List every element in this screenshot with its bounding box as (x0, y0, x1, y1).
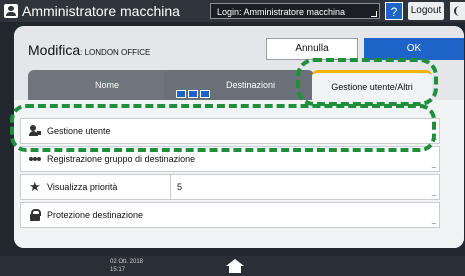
tab-nome-label: Nome (94, 80, 119, 90)
dialog-header: Modifica: LONDON OFFICE Annulla OK (14, 26, 464, 72)
folder-icon (200, 90, 210, 98)
row-label: Protezione destinazione (47, 210, 144, 220)
energy-saver-icon[interactable] (450, 2, 465, 20)
help-button[interactable]: ? (385, 2, 403, 20)
fax-icon (176, 90, 186, 98)
date-text: 02 Ott. 2018 (110, 259, 144, 265)
settings-list: Gestione utente .... Registrazione grupp… (14, 100, 464, 248)
bottom-bar: 02 Ott. 2018 15:17 (0, 256, 465, 276)
home-icon[interactable] (224, 259, 246, 274)
row-visualizza-priorita[interactable]: ★ Visualizza priorità 5 .... (20, 174, 440, 200)
tab-destinazioni-label: Destinazioni (226, 80, 276, 90)
row-label: Gestione utente (47, 126, 111, 136)
edit-dialog: Modifica: LONDON OFFICE Annulla OK Nome … (14, 26, 464, 248)
email-icon (188, 90, 198, 98)
dialog-title: Modifica: LONDON OFFICE (28, 42, 150, 58)
group-icon (29, 153, 41, 165)
login-label: Login: Amministratore macchina (217, 7, 346, 17)
star-icon: ★ (29, 179, 41, 194)
tab-gestione-label: Gestione utente/Altri (331, 82, 413, 92)
destination-type-icons (174, 80, 214, 98)
tab-gestione-utente-altri[interactable]: Gestione utente/Altri (312, 70, 432, 101)
more-icon: .... (431, 161, 437, 170)
row-registrazione-gruppo[interactable]: Registrazione gruppo di destinazione ...… (20, 146, 440, 172)
top-bar: Amministratore macchina Login: Amministr… (0, 0, 465, 22)
time-text: 15:17 (110, 267, 126, 273)
lock-icon (29, 209, 41, 221)
more-icon: .... (431, 133, 437, 142)
datetime: 02 Ott. 2018 15:17 (110, 258, 143, 274)
login-status[interactable]: Login: Amministratore macchina (210, 3, 380, 19)
tab-destinazioni[interactable]: Destinazioni (164, 70, 314, 100)
more-icon: .... (431, 189, 437, 198)
dialog-subtitle: : LONDON OFFICE (80, 48, 151, 57)
logout-button[interactable]: Logout (408, 2, 444, 20)
more-icon: .... (431, 217, 437, 226)
row-gestione-utente[interactable]: Gestione utente .... (20, 118, 440, 144)
cancel-button[interactable]: Annulla (266, 38, 358, 60)
user-icon (4, 4, 18, 18)
row-label: Visualizza priorità (47, 182, 118, 192)
ok-button[interactable]: OK (364, 38, 464, 60)
app-title: Amministratore macchina (22, 3, 180, 19)
corner-indicator-icon (371, 11, 377, 17)
row-label: Registrazione gruppo di destinazione (47, 154, 196, 164)
row-value: 5 (170, 175, 182, 199)
tab-nome[interactable]: Nome (28, 70, 186, 100)
dialog-title-text: Modifica (28, 42, 81, 58)
row-protezione-destinazione[interactable]: Protezione destinazione .... (20, 202, 440, 228)
user-lock-icon (29, 125, 41, 137)
